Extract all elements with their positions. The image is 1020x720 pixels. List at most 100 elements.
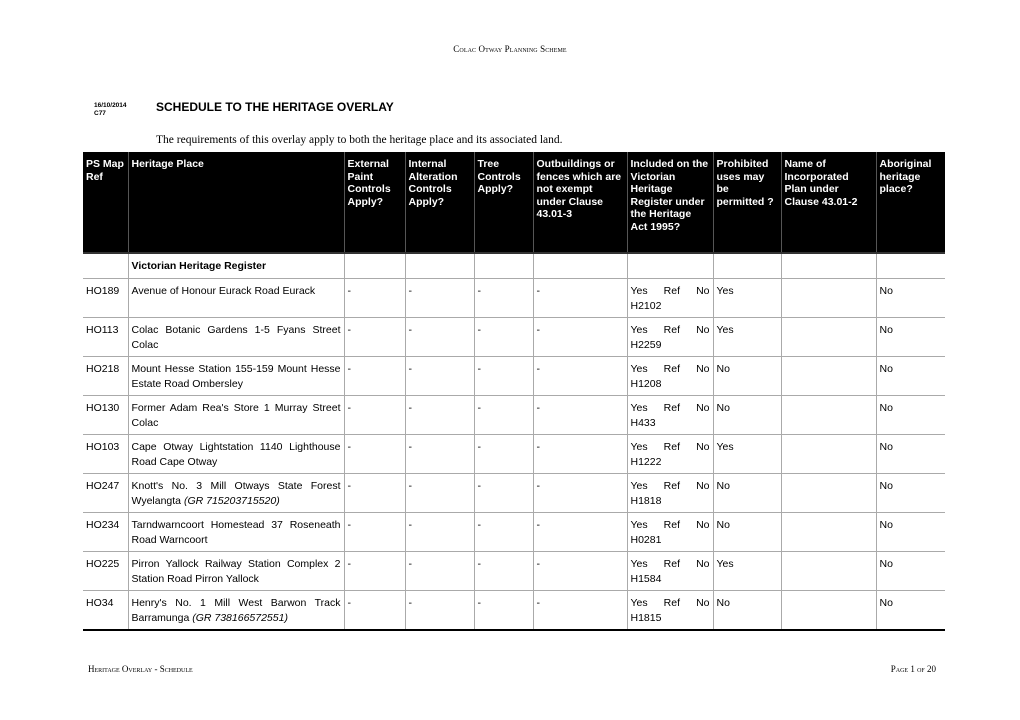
column-header-outbuildings: Outbuildings or fences which are not exe… xyxy=(532,152,627,254)
grid-reference: (GR 715203715520) xyxy=(183,495,280,507)
aboriginal-cell: No xyxy=(875,356,945,396)
table-row: HO234 Tarndwarncoort Homestead 37 Rosenea… xyxy=(83,512,945,552)
heritage-overlay-table: PS Map Ref Heritage Place External Paint… xyxy=(83,152,945,631)
prohibited-cell: No xyxy=(712,395,781,435)
section-label: Victorian Heritage Register xyxy=(127,253,344,279)
prohibited-cell: No xyxy=(712,512,781,552)
plan-cell xyxy=(780,395,876,435)
column-header-plan: Name of Incorporated Plan under Clause 4… xyxy=(780,152,876,254)
ref-cell: HO113 xyxy=(83,317,128,357)
outbuildings-cell: - xyxy=(532,317,627,357)
column-header-ref: PS Map Ref xyxy=(83,152,128,254)
vhr-cell: Yes Ref No H433 xyxy=(626,395,713,435)
column-header-place: Heritage Place xyxy=(127,152,344,254)
vhr-cell: Yes Ref No H1222 xyxy=(626,434,713,474)
plan-cell xyxy=(780,434,876,474)
place-cell: Knott's No. 3 Mill Otways State Forest W… xyxy=(127,473,344,513)
vhr-cell: Yes Ref No H1208 xyxy=(626,356,713,396)
paint-cell: - xyxy=(343,473,405,513)
vhr-cell: Yes Ref No H2259 xyxy=(626,317,713,357)
ref-cell: HO218 xyxy=(83,356,128,396)
vhr-cell: Yes Ref No H1815 xyxy=(626,590,713,631)
ref-cell: HO34 xyxy=(83,590,128,631)
table-row: HO34 Henry's No. 1 Mill West Barwon Track… xyxy=(83,590,945,631)
date-block: 16/10/2014 C77 xyxy=(94,102,127,118)
paint-cell: - xyxy=(343,590,405,631)
place-cell: Mount Hesse Station 155-159 Mount Hesse … xyxy=(127,356,344,396)
tree-cell: - xyxy=(473,551,533,591)
prohibited-cell: No xyxy=(712,473,781,513)
tree-cell: - xyxy=(473,473,533,513)
column-header-prohibited: Prohibited uses may be permitted ? xyxy=(712,152,781,254)
internal-cell: - xyxy=(404,590,474,631)
prohibited-cell: Yes xyxy=(712,278,781,318)
ref-cell: HO130 xyxy=(83,395,128,435)
outbuildings-cell: - xyxy=(532,590,627,631)
internal-cell: - xyxy=(404,473,474,513)
internal-cell: - xyxy=(404,356,474,396)
place-cell: Henry's No. 1 Mill West Barwon Track Bar… xyxy=(127,590,344,631)
outbuildings-cell: - xyxy=(532,278,627,318)
place-cell: Former Adam Rea's Store 1 Murray Street … xyxy=(127,395,344,435)
tree-cell: - xyxy=(473,512,533,552)
internal-cell: - xyxy=(404,317,474,357)
vhr-cell: Yes Ref No H0281 xyxy=(626,512,713,552)
outbuildings-cell: - xyxy=(532,434,627,474)
page-number: Page 1 of 20 xyxy=(890,664,936,674)
vhr-cell: Yes Ref No H2102 xyxy=(626,278,713,318)
outbuildings-cell: - xyxy=(532,356,627,396)
place-cell: Avenue of Honour Eurack Road Eurack xyxy=(127,278,344,318)
section-row: Victorian Heritage Register xyxy=(83,253,945,279)
column-header-vhr: Included on the Victorian Heritage Regis… xyxy=(626,152,713,254)
ref-cell: HO103 xyxy=(83,434,128,474)
amendment-date: 16/10/2014 xyxy=(94,102,127,109)
tree-cell: - xyxy=(473,434,533,474)
table-row: HO103 Cape Otway Lightstation 1140 Lighth… xyxy=(83,434,945,474)
prohibited-cell: No xyxy=(712,590,781,631)
table-row: HO130 Former Adam Rea's Store 1 Murray St… xyxy=(83,395,945,435)
place-cell: Cape Otway Lightstation 1140 Lighthouse … xyxy=(127,434,344,474)
paint-cell: - xyxy=(343,317,405,357)
tree-cell: - xyxy=(473,395,533,435)
internal-cell: - xyxy=(404,395,474,435)
plan-cell xyxy=(780,317,876,357)
table-row: HO225 Pirron Yallock Railway Station Comp… xyxy=(83,551,945,591)
column-header-tree: Tree Controls Apply? xyxy=(473,152,533,254)
prohibited-cell: Yes xyxy=(712,317,781,357)
paint-cell: - xyxy=(343,551,405,591)
internal-cell: - xyxy=(404,512,474,552)
intro-text: The requirements of this overlay apply t… xyxy=(156,134,563,146)
grid-reference: (GR 738166572551) xyxy=(192,612,288,624)
tree-cell: - xyxy=(473,278,533,318)
footer-title: Heritage Overlay - Schedule xyxy=(88,664,193,674)
amendment-number: C77 xyxy=(94,110,106,117)
tree-cell: - xyxy=(473,317,533,357)
paint-cell: - xyxy=(343,434,405,474)
aboriginal-cell: No xyxy=(875,590,945,631)
plan-cell xyxy=(780,512,876,552)
running-head: Colac Otway Planning Scheme xyxy=(453,44,567,54)
aboriginal-cell: No xyxy=(875,395,945,435)
aboriginal-cell: No xyxy=(875,434,945,474)
internal-cell: - xyxy=(404,551,474,591)
outbuildings-cell: - xyxy=(532,512,627,552)
paint-cell: - xyxy=(343,395,405,435)
plan-cell xyxy=(780,473,876,513)
tree-cell: - xyxy=(473,356,533,396)
ref-cell: HO234 xyxy=(83,512,128,552)
table-header-row: PS Map Ref Heritage Place External Paint… xyxy=(83,152,945,254)
table-row: HO189 Avenue of Honour Eurack Road Eurack… xyxy=(83,278,945,318)
outbuildings-cell: - xyxy=(532,551,627,591)
table-row: HO247 Knott's No. 3 Mill Otways State For… xyxy=(83,473,945,513)
column-header-aboriginal: Aboriginal heritage place? xyxy=(875,152,945,254)
table-row: HO218 Mount Hesse Station 155-159 Mount H… xyxy=(83,356,945,396)
vhr-cell: Yes Ref No H1818 xyxy=(626,473,713,513)
table-row: HO113 Colac Botanic Gardens 1-5 Fyans Str… xyxy=(83,317,945,357)
ref-cell: HO247 xyxy=(83,473,128,513)
paint-cell: - xyxy=(343,278,405,318)
plan-cell xyxy=(780,278,876,318)
internal-cell: - xyxy=(404,278,474,318)
internal-cell: - xyxy=(404,434,474,474)
place-cell: Tarndwarncoort Homestead 37 Roseneath Ro… xyxy=(127,512,344,552)
place-cell: Pirron Yallock Railway Station Complex 2… xyxy=(127,551,344,591)
